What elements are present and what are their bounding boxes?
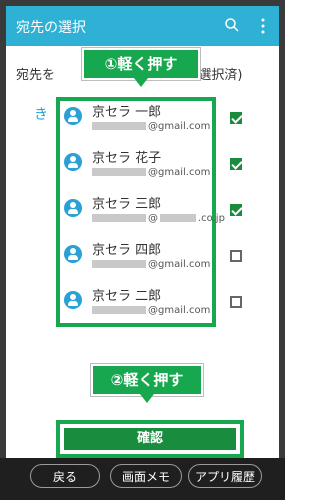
- app-bar: 宛先の選択: [6, 6, 279, 46]
- step2-callout: ②軽く押す: [91, 364, 203, 403]
- bottom-navigation: 戻る 画面メモ アプリ履歴: [0, 458, 285, 500]
- email-domain-redaction: [160, 214, 196, 222]
- contact-email: @ .co.jp: [92, 213, 225, 224]
- screen: 宛先の選択 宛先を 件 選択済) き 京セラ 一郎 @gmail.com 京セラ 花…: [6, 6, 279, 458]
- contact-email: @gmail.com: [92, 121, 210, 132]
- confirm-button[interactable]: 確認: [56, 420, 244, 458]
- unchecked-checkbox-icon[interactable]: [230, 250, 242, 262]
- screen-memo-button[interactable]: 画面メモ: [110, 464, 182, 488]
- contact-avatar-icon: [64, 291, 82, 309]
- checked-checkbox-icon[interactable]: [230, 204, 242, 216]
- email-domain: @gmail.com: [148, 167, 211, 178]
- contact-row[interactable]: 京セラ 二郎 @gmail.com: [56, 281, 279, 327]
- contact-row[interactable]: 京セラ 一郎 @gmail.com: [56, 97, 279, 143]
- contact-name: 京セラ 四郎: [92, 243, 162, 258]
- page-title: 宛先の選択: [16, 20, 86, 36]
- search-icon[interactable]: [223, 16, 241, 34]
- checked-checkbox-icon[interactable]: [230, 158, 242, 170]
- email-domain: @gmail.com: [148, 121, 211, 132]
- confirm-button-label: 確認: [64, 428, 236, 450]
- email-redaction: [92, 168, 146, 176]
- more-vert-icon[interactable]: [259, 17, 267, 35]
- contact-name: 京セラ 二郎: [92, 289, 162, 304]
- contact-avatar-icon: [64, 199, 82, 217]
- selection-summary-prefix: 宛先を: [16, 68, 56, 83]
- contact-name: 京セラ 三郎: [92, 197, 162, 212]
- back-button[interactable]: 戻る: [30, 464, 100, 488]
- contact-email: @gmail.com: [92, 305, 210, 316]
- contact-name: 京セラ 花子: [92, 151, 162, 166]
- contact-name: 京セラ 一郎: [92, 105, 162, 120]
- step1-callout: ①軽く押す: [82, 48, 200, 87]
- email-redaction: [92, 306, 146, 314]
- contact-avatar-icon: [64, 107, 82, 125]
- contact-email: @gmail.com: [92, 167, 210, 178]
- email-redaction: [92, 260, 146, 268]
- unchecked-checkbox-icon[interactable]: [230, 296, 242, 308]
- section-letter: き: [34, 107, 48, 123]
- contact-avatar-icon: [64, 153, 82, 171]
- contact-avatar-icon: [64, 245, 82, 263]
- checked-checkbox-icon[interactable]: [230, 112, 242, 124]
- app-history-button[interactable]: アプリ履歴: [188, 464, 262, 488]
- email-redaction: [92, 122, 146, 130]
- contact-row[interactable]: 京セラ 四郎 @gmail.com: [56, 235, 279, 281]
- contact-row[interactable]: 京セラ 花子 @gmail.com: [56, 143, 279, 189]
- contact-email: @gmail.com: [92, 259, 210, 270]
- email-domain: @gmail.com: [148, 305, 211, 316]
- email-domain: .co.jp: [198, 213, 225, 224]
- email-domain: @gmail.com: [148, 259, 211, 270]
- email-redaction: [92, 214, 146, 222]
- contact-row[interactable]: 京セラ 三郎 @ .co.jp: [56, 189, 279, 235]
